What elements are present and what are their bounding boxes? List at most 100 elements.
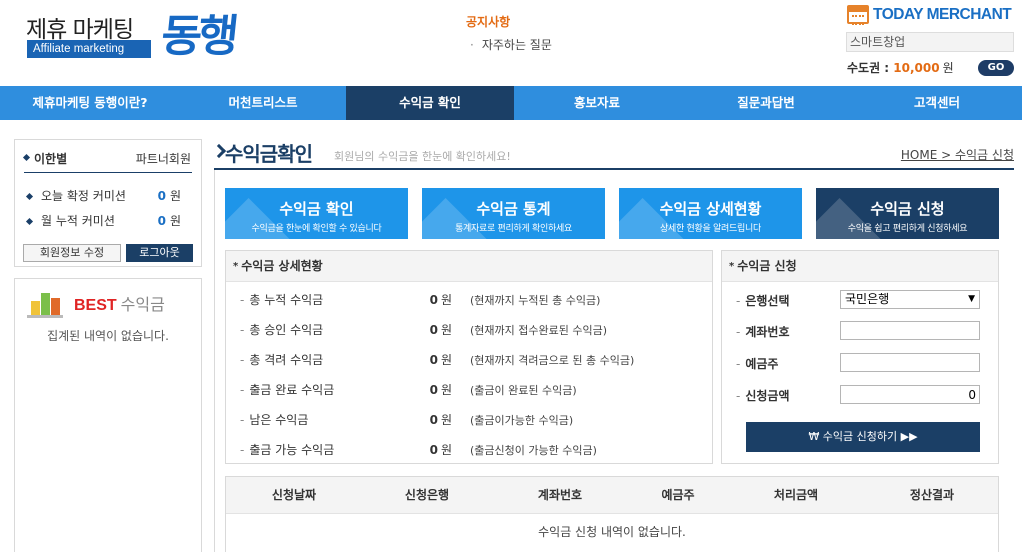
panel-title: * 수익금 신청	[722, 251, 998, 282]
merchant-logo-text: TODAY MERCHANT	[873, 6, 1012, 23]
tab-desc: 수익을 쉽고 편리하게 신청하세요	[847, 224, 968, 234]
tab-revenue-apply[interactable]: 수익금 신청 수익을 쉽고 편리하게 신청하세요	[816, 188, 999, 239]
revenue-apply-panel: *수익금 신청 -은행선택 국민은행▼ -계좌번호 -예금주 -신청금액 ₩ 수…	[721, 250, 999, 464]
tab-revenue-check[interactable]: 수익금 확인 수익금을 한눈에 확인할 수 있습니다	[225, 188, 408, 239]
nav-item-promo[interactable]: 홍보자료	[514, 86, 680, 120]
best-word: BEST	[74, 297, 117, 314]
tab-desc: 통계자료로 편리하게 확인하세요	[455, 224, 572, 234]
calendar-icon	[847, 5, 869, 25]
today-commission: 오늘 확정 커미션 0원	[25, 187, 193, 204]
page-header: 수익금확인 회원님의 수익금을 한눈에 확인하세요! HOME > 수익금 신청	[211, 138, 1014, 168]
detail-desc: (현재까지 격려금으로 된 총 수익금)	[470, 354, 635, 367]
table-header: 신청날짜 신청은행 계좌번호 예금주 처리금액 정산결과	[226, 477, 998, 514]
panel-title-label: 수익금 상세현황	[241, 259, 323, 273]
logo-big-text: 동행	[158, 11, 238, 62]
tab-title: 수익금 신청	[870, 200, 945, 218]
account-label: 계좌번호	[745, 325, 790, 339]
holder-input[interactable]	[840, 353, 980, 372]
holder-label: 예금주	[745, 357, 779, 371]
bar-chart-icon	[27, 287, 63, 318]
bank-select-value: 국민은행	[845, 292, 890, 306]
page-subtitle: 회원님의 수익금을 한눈에 확인하세요!	[334, 150, 511, 163]
startup-field[interactable]: 스마트창업	[846, 32, 1014, 52]
notice-panel: 공지사항 · 자주하는 질문	[466, 13, 666, 53]
star-icon: *	[233, 261, 239, 272]
notice-item[interactable]: · 자주하는 질문	[466, 36, 666, 53]
best-rest: 수익금	[120, 295, 165, 314]
nav-item-customer-center[interactable]: 고객센터	[852, 86, 1022, 120]
site-logo[interactable]: 제휴 마케팅 Affiliate marketing 동행	[24, 6, 254, 72]
amount-input[interactable]	[840, 385, 980, 404]
col-amount: 처리금액	[773, 488, 819, 502]
header: 제휴 마케팅 Affiliate marketing 동행 공지사항 · 자주하는…	[0, 0, 1022, 86]
month-commission: 월 누적 커미션 0원	[25, 212, 193, 229]
detail-label: 남은 수익금	[249, 413, 309, 427]
logo-sub-text: Affiliate marketing	[27, 40, 151, 58]
account-input[interactable]	[840, 321, 980, 340]
best-box: BEST 수익금 집계된 내역이 없습니다.	[14, 278, 202, 552]
detail-row: -총 누적 수익금 0원 (현재까지 누적된 총 수익금)	[240, 293, 601, 307]
breadcrumb[interactable]: HOME > 수익금 신청	[901, 146, 1014, 163]
detail-row: -총 격려 수익금 0원 (현재까지 격려금으로 된 총 수익금)	[240, 353, 635, 367]
apply-submit-button[interactable]: ₩ 수익금 신청하기 ▶▶	[746, 422, 980, 452]
member-edit-button[interactable]: 회원정보 수정	[23, 244, 121, 262]
detail-label: 출금 완료 수익금	[249, 383, 335, 397]
member-box: 이한별 파트너회원 오늘 확정 커미션 0원 월 누적 커미션 0원 회원정보 …	[14, 139, 202, 267]
commission-unit: 원	[169, 214, 181, 228]
member-name: 이한별	[24, 150, 67, 167]
detail-amount: 0	[429, 293, 438, 307]
holder-row: - 예금주	[722, 353, 998, 373]
best-title: BEST 수익금	[74, 291, 165, 315]
commission-value: 0	[157, 214, 166, 228]
nav-item-about[interactable]: 제휴마케팅 동행이란?	[0, 86, 180, 120]
panel-title-label: 수익금 신청	[737, 259, 797, 273]
bank-row: - 은행선택 국민은행 ▼	[722, 290, 998, 310]
bullet-icon	[25, 217, 34, 226]
detail-unit: 원	[440, 323, 452, 337]
tab-desc: 상세한 현황을 알려드립니다	[660, 224, 761, 234]
detail-desc: (출금이가능한 수익금)	[470, 414, 574, 427]
sudo-unit: 원	[942, 61, 954, 75]
detail-unit: 원	[440, 383, 452, 397]
logout-button[interactable]: 로그아웃	[126, 244, 193, 262]
commission-label: 월 누적 커미션	[41, 214, 115, 228]
go-button[interactable]: GO	[978, 60, 1014, 76]
nav-item-qna[interactable]: 질문과답변	[680, 86, 852, 120]
page-title: 수익금확인	[225, 142, 313, 166]
detail-label: 총 승인 수익금	[249, 323, 324, 337]
history-empty-message: 수익금 신청 내역이 없습니다.	[538, 525, 686, 539]
sudo-price: 수도권 : 10,000 원	[847, 59, 954, 76]
nav-item-merchant-list[interactable]: 머천트리스트	[180, 86, 346, 120]
star-icon: *	[729, 261, 735, 272]
apply-history-table: 신청날짜 신청은행 계좌번호 예금주 처리금액 정산결과 수익금 신청 내역이 …	[225, 476, 999, 552]
detail-row: - 출금 가능 수익금 0원 (출금신청이 가능한 수익금)	[240, 443, 597, 457]
col-apply-bank: 신청은행	[404, 488, 450, 502]
nav-item-revenue-check[interactable]: 수익금 확인	[346, 86, 514, 120]
detail-label: 출금 가능 수익금	[249, 443, 335, 457]
sudo-value: 10,000	[893, 61, 940, 75]
merchant-panel: TODAY MERCHANT 스마트창업 수도권 : 10,000 원 GO	[846, 4, 1016, 82]
chevron-right-icon	[211, 143, 227, 159]
detail-amount: 0	[429, 383, 438, 397]
col-holder: 예금주	[661, 488, 695, 502]
account-row: - 계좌번호	[722, 321, 998, 341]
detail-unit: 원	[440, 443, 452, 457]
divider	[24, 172, 192, 173]
detail-desc: (현재까지 누적된 총 수익금)	[470, 294, 601, 307]
dropdown-arrow-icon: ▼	[968, 294, 975, 304]
detail-row: -총 승인 수익금 0원 (현재까지 접수완료된 수익금)	[240, 323, 608, 337]
tab-title: 수익금 확인	[279, 200, 354, 218]
tab-desc: 수익금을 한눈에 확인할 수 있습니다	[251, 224, 382, 234]
tab-revenue-detail[interactable]: 수익금 상세현황 상세한 현황을 알려드립니다	[619, 188, 802, 239]
main-nav: 제휴마케팅 동행이란? 머천트리스트 수익금 확인 홍보자료 질문과답변 고객센…	[0, 86, 1022, 120]
logo-main-text: 제휴 마케팅	[26, 17, 134, 43]
notice-title[interactable]: 공지사항	[466, 13, 666, 30]
sudo-label: 수도권 :	[847, 61, 890, 75]
best-empty-message: 집계된 내역이 없습니다.	[47, 329, 169, 343]
bank-select[interactable]: 국민은행 ▼	[840, 290, 980, 309]
col-result: 정산결과	[909, 488, 955, 502]
tab-title: 수익금 상세현황	[659, 200, 762, 218]
commission-unit: 원	[169, 189, 181, 203]
tab-revenue-stats[interactable]: 수익금 통계 통계자료로 편리하게 확인하세요	[422, 188, 605, 239]
amount-label: 신청금액	[745, 389, 790, 403]
